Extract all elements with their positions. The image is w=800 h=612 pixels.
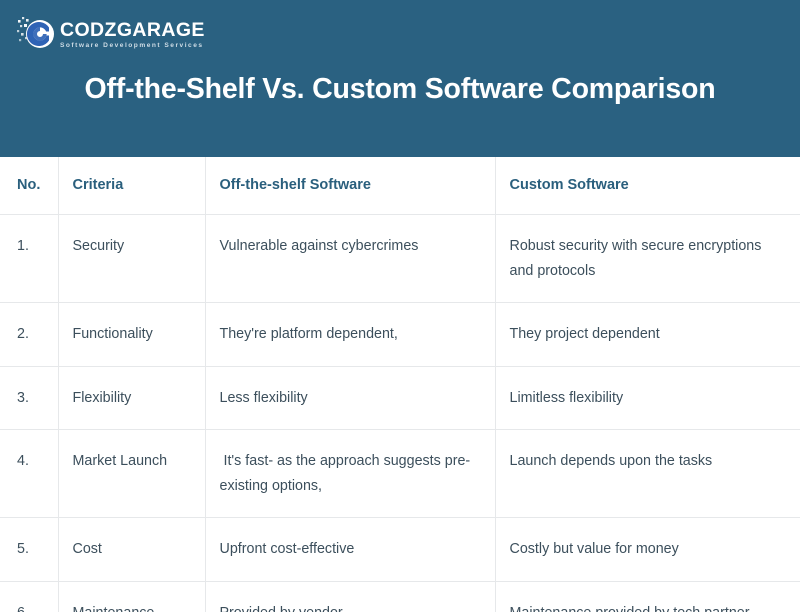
brand-logo: CODZGARAGE Software Development Services [16, 13, 205, 55]
cell-custom: Costly but value for money [495, 517, 800, 583]
cell-no: 6. [0, 581, 59, 612]
table-row: 1. Security Vulnerable against cybercrim… [0, 214, 800, 304]
header-band: CODZGARAGE Software Development Services… [0, 0, 800, 157]
page-title: Off-the-Shelf Vs. Custom Software Compar… [84, 73, 716, 105]
cell-criteria: Security [58, 214, 206, 304]
comparison-table: No. Criteria Off-the-shelf Software Cust… [0, 157, 800, 612]
cell-no: 3. [0, 366, 59, 431]
table-header-row: No. Criteria Off-the-shelf Software Cust… [0, 157, 800, 215]
table-row: 4. Market Launch It's fast- as the appro… [0, 429, 800, 519]
codzgarage-logo-icon [16, 13, 58, 55]
cell-no: 2. [0, 302, 59, 367]
cell-criteria: Functionality [58, 302, 206, 367]
column-header-custom: Custom Software [495, 157, 800, 215]
table-header: No. Criteria Off-the-shelf Software Cust… [0, 157, 800, 215]
table-row: 2. Functionality They're platform depend… [0, 302, 800, 367]
cell-criteria: Maintenance [58, 581, 206, 612]
table-row: 5. Cost Upfront cost-effective Costly bu… [0, 517, 800, 583]
cell-off-the-shelf: Less flexibility [205, 366, 496, 431]
cell-no: 4. [0, 429, 59, 519]
table-row: 6. Maintenance Provided by vendor Mainte… [0, 581, 800, 612]
cell-custom: Robust security with secure encryptions … [495, 214, 800, 304]
column-header-off-the-shelf: Off-the-shelf Software [205, 157, 496, 215]
brand-wordmark: CODZGARAGE Software Development Services [60, 18, 205, 50]
cell-no: 1. [0, 214, 59, 304]
table-body: 1. Security Vulnerable against cybercrim… [0, 214, 800, 612]
cell-off-the-shelf: Upfront cost-effective [205, 517, 496, 583]
cell-custom: They project dependent [495, 302, 800, 367]
cell-custom: Limitless flexibility [495, 366, 800, 431]
brand-tagline: Software Development Services [60, 42, 204, 50]
column-header-criteria: Criteria [58, 157, 206, 215]
comparison-infographic: CODZGARAGE Software Development Services… [0, 0, 800, 612]
cell-custom: Launch depends upon the tasks [495, 429, 800, 519]
cell-custom: Maintenance provided by tech partner [495, 581, 800, 612]
cell-off-the-shelf: They're platform dependent, [205, 302, 496, 367]
cell-off-the-shelf: Provided by vendor [205, 581, 496, 612]
cell-criteria: Cost [58, 517, 206, 583]
cell-criteria: Flexibility [58, 366, 206, 431]
cell-off-the-shelf: It's fast- as the approach suggests pre-… [205, 429, 496, 519]
table-row: 3. Flexibility Less flexibility Limitles… [0, 366, 800, 431]
column-header-no: No. [0, 157, 59, 215]
cell-criteria: Market Launch [58, 429, 206, 519]
cell-off-the-shelf: Vulnerable against cybercrimes [205, 214, 496, 304]
brand-name: CODZGARAGE [60, 18, 205, 41]
cell-no: 5. [0, 517, 59, 583]
